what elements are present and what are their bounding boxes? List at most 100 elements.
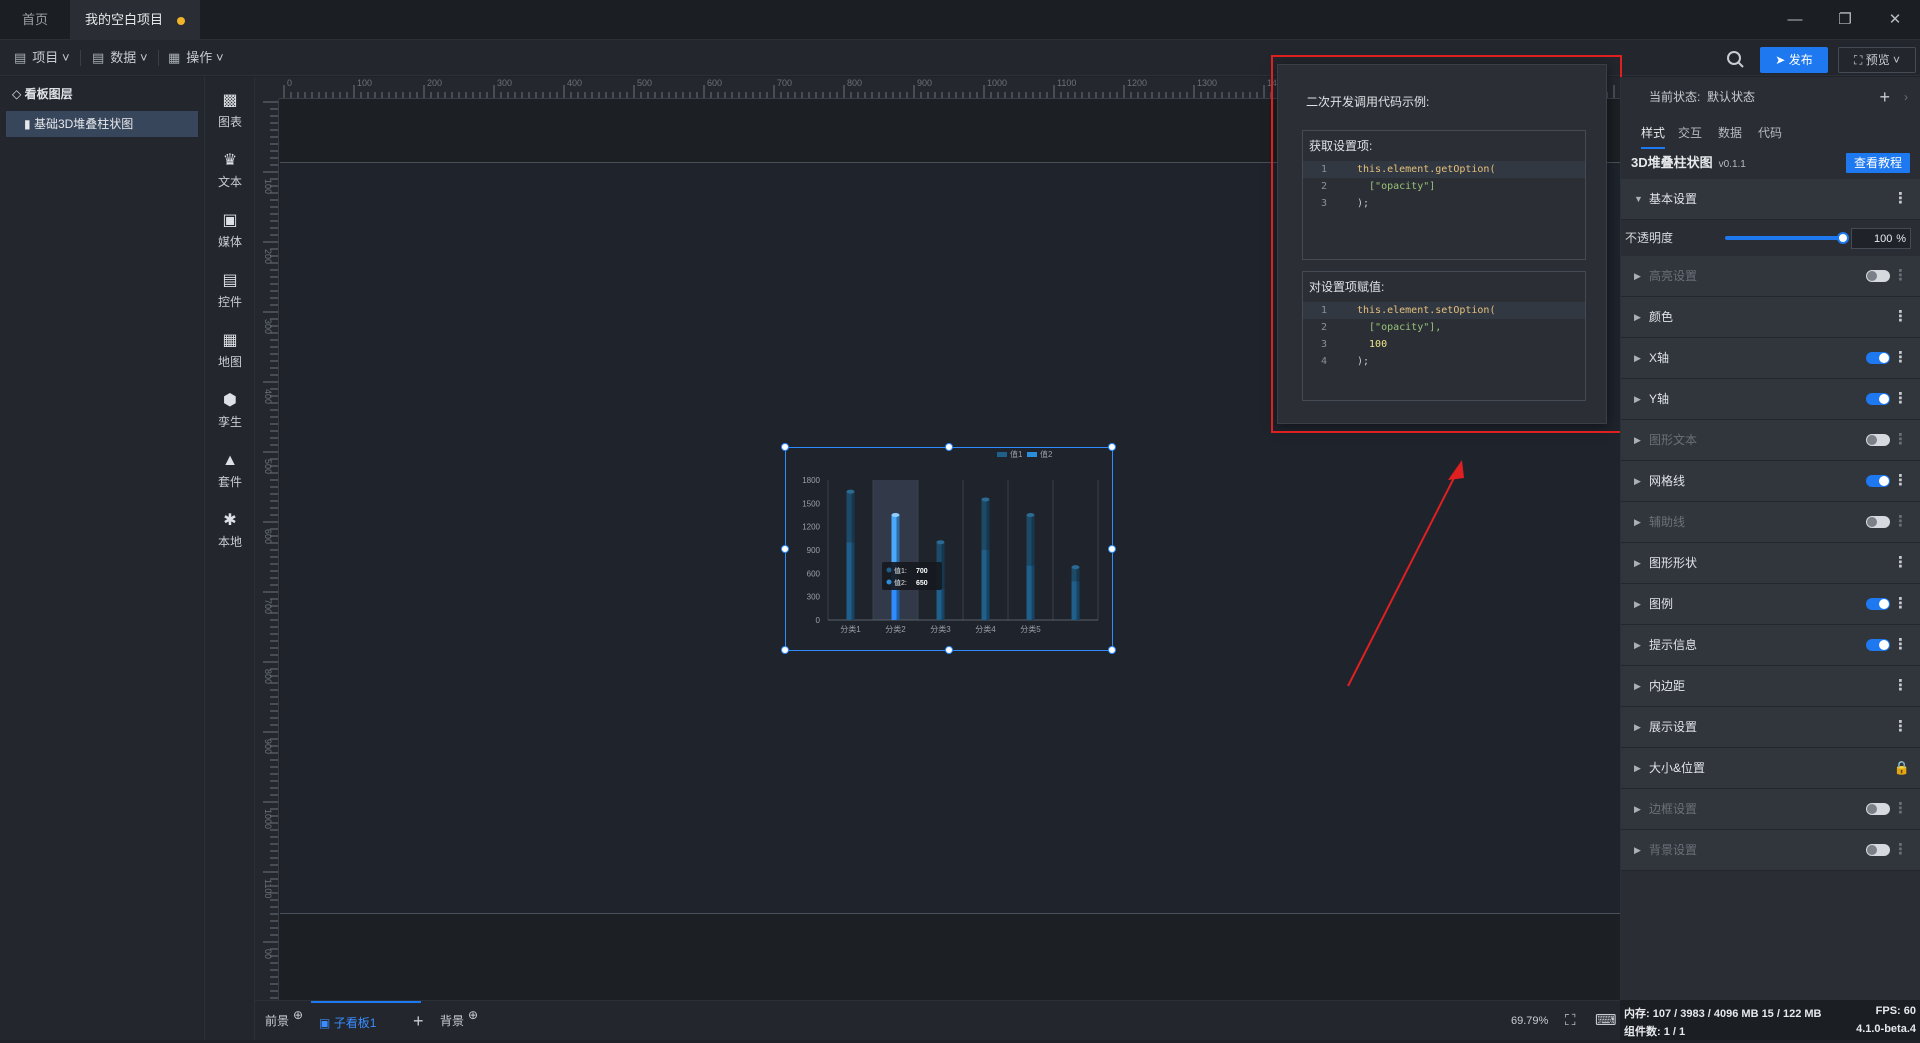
tab-interaction[interactable]: 交互 (1678, 117, 1702, 149)
more-icon[interactable]: ⋮ (1893, 420, 1908, 460)
lock-icon[interactable]: 🔒 (1894, 748, 1910, 788)
more-icon[interactable]: ⋮ (1893, 543, 1908, 583)
close-icon[interactable]: ✕ (1870, 0, 1920, 40)
more-icon[interactable]: ⋮ (1893, 666, 1908, 706)
section-toggle[interactable] (1866, 434, 1890, 446)
resize-handle[interactable] (781, 443, 789, 451)
more-icon[interactable]: ⋮ (1893, 830, 1908, 870)
section-toggle[interactable] (1866, 393, 1890, 405)
section-9[interactable]: ▶ 提示信息 ⋮ (1621, 625, 1920, 666)
resize-handle[interactable] (945, 646, 953, 654)
ruler-label: 400 (567, 78, 582, 88)
add-board-icon[interactable]: + (413, 1001, 424, 1041)
more-icon[interactable]: ⋮ (1893, 379, 1908, 419)
section-3[interactable]: ▶ Y轴 ⋮ (1621, 379, 1920, 420)
tab-project[interactable]: 我的空白项目 (70, 0, 200, 40)
fit-screen-icon[interactable]: ⛶ (1565, 1001, 1576, 1041)
section-1[interactable]: ▶ 颜色 ⋮ (1621, 297, 1920, 338)
board-tab[interactable]: ▣ 子看板1 (311, 1001, 421, 1041)
section-10[interactable]: ▶ 内边距 ⋮ (1621, 666, 1920, 707)
tutorial-button[interactable]: 查看教程 (1845, 153, 1910, 173)
layer-item[interactable]: ▮ 基础3D堆叠柱状图 (6, 111, 198, 137)
tab-code[interactable]: 代码 (1758, 117, 1782, 149)
section-4[interactable]: ▶ 图形文本 ⋮ (1621, 420, 1920, 461)
section-toggle[interactable] (1866, 844, 1890, 856)
resize-handle[interactable] (1108, 443, 1116, 451)
section-7[interactable]: ▶ 图形形状 ⋮ (1621, 543, 1920, 584)
more-icon[interactable]: ⋮ (1893, 789, 1908, 829)
menu-operate[interactable]: ▦ 操作 ˅ (168, 40, 224, 76)
zoom-level[interactable]: 69.79% (1511, 1001, 1548, 1041)
bar-cap (891, 513, 900, 517)
section-12[interactable]: ▶ 大小&位置 🔒 (1621, 748, 1920, 789)
section-0[interactable]: ▶ 高亮设置 ⋮ (1621, 256, 1920, 297)
slider-handle[interactable] (1837, 232, 1849, 244)
search-icon[interactable] (1724, 48, 1748, 72)
tab-home[interactable]: 首页 (0, 0, 70, 40)
component-text[interactable]: ♛ 文本 (205, 149, 255, 199)
resize-handle[interactable] (945, 443, 953, 451)
component-media[interactable]: ▣ 媒体 (205, 209, 255, 259)
ruler-left[interactable]: 100 200 300 400 500 600 700 800 900 1000 1100 00 (255, 99, 279, 1000)
resize-handle[interactable] (1108, 545, 1116, 553)
section-13[interactable]: ▶ 边框设置 ⋮ (1621, 789, 1920, 830)
more-icon[interactable]: ⋮ (1893, 297, 1908, 337)
section-label: 内边距 (1649, 679, 1686, 693)
component-chart[interactable]: ▩ 图表 (205, 89, 255, 139)
section-toggle[interactable] (1866, 598, 1890, 610)
preview-button[interactable]: ⛶ 预览 ˅ (1838, 47, 1916, 73)
add-circle-icon[interactable]: ⊕ (293, 1008, 303, 1022)
section-toggle[interactable] (1866, 270, 1890, 282)
state-value[interactable]: 默认状态 (1707, 90, 1755, 104)
opacity-slider[interactable] (1725, 236, 1843, 240)
keyboard-icon[interactable]: ⌨ (1595, 1001, 1617, 1041)
component-control[interactable]: ▤ 控件 (205, 269, 255, 319)
section-6[interactable]: ▶ 辅助线 ⋮ (1621, 502, 1920, 543)
add-state-icon[interactable]: + (1879, 77, 1890, 117)
resize-handle[interactable] (781, 545, 789, 553)
section-14[interactable]: ▶ 背景设置 ⋮ (1621, 830, 1920, 871)
section-8[interactable]: ▶ 图例 ⋮ (1621, 584, 1920, 625)
section-toggle[interactable] (1866, 475, 1890, 487)
layer-background[interactable]: 背景 ⊕ (440, 1001, 478, 1041)
menu-project[interactable]: ▤ 项目 ˅ (14, 40, 70, 76)
section-toggle[interactable] (1866, 639, 1890, 651)
publish-button[interactable]: ➤ 发布 (1760, 47, 1828, 73)
legend-label-1[interactable]: 值1 (1010, 449, 1023, 459)
chevron-right-icon[interactable]: › (1904, 77, 1908, 117)
restore-icon[interactable]: ❐ (1820, 0, 1870, 40)
more-icon[interactable]: ⋮ (1893, 338, 1908, 378)
more-icon[interactable]: ⋮ (1893, 502, 1908, 542)
component-twin[interactable]: ⬢ 孪生 (205, 389, 255, 439)
x-tick-label: 分类1 (840, 624, 861, 634)
section-11[interactable]: ▶ 展示设置 ⋮ (1621, 707, 1920, 748)
more-icon[interactable]: ⋮ (1893, 179, 1908, 219)
legend-label-2[interactable]: 值2 (1040, 449, 1053, 459)
tab-style[interactable]: 样式 (1641, 117, 1666, 149)
component-map[interactable]: ▦ 地图 (205, 329, 255, 379)
section-toggle[interactable] (1866, 803, 1890, 815)
tooltip-dot-1 (886, 567, 892, 573)
resize-handle[interactable] (1108, 646, 1116, 654)
minimize-icon[interactable]: — (1770, 0, 1820, 40)
section-basic[interactable]: ▼ 基本设置 ⋮ (1621, 179, 1920, 220)
section-toggle[interactable] (1866, 352, 1890, 364)
more-icon[interactable]: ⋮ (1893, 461, 1908, 501)
section-toggle[interactable] (1866, 516, 1890, 528)
opacity-input[interactable]: 100% (1851, 228, 1911, 249)
section-5[interactable]: ▶ 网格线 ⋮ (1621, 461, 1920, 502)
chart-component[interactable]: 0 300 600 900 1200 1500 1800 分类1 分类2 分类3 分类4 分类5 值1 值… (781, 443, 1116, 654)
chevron-down-icon: ▼ (1634, 194, 1643, 204)
more-icon[interactable]: ⋮ (1893, 584, 1908, 624)
tab-data[interactable]: 数据 (1718, 117, 1742, 149)
section-2[interactable]: ▶ X轴 ⋮ (1621, 338, 1920, 379)
more-icon[interactable]: ⋮ (1893, 625, 1908, 665)
component-kit[interactable]: ▲ 套件 (205, 449, 255, 499)
component-local[interactable]: ✱ 本地 (205, 509, 255, 559)
resize-handle[interactable] (781, 646, 789, 654)
more-icon[interactable]: ⋮ (1893, 256, 1908, 296)
layer-front[interactable]: 前景 ⊕ (265, 1001, 303, 1041)
add-circle-icon[interactable]: ⊕ (468, 1008, 478, 1022)
menu-data[interactable]: ▤ 数据 ˅ (92, 40, 148, 76)
more-icon[interactable]: ⋮ (1893, 707, 1908, 747)
